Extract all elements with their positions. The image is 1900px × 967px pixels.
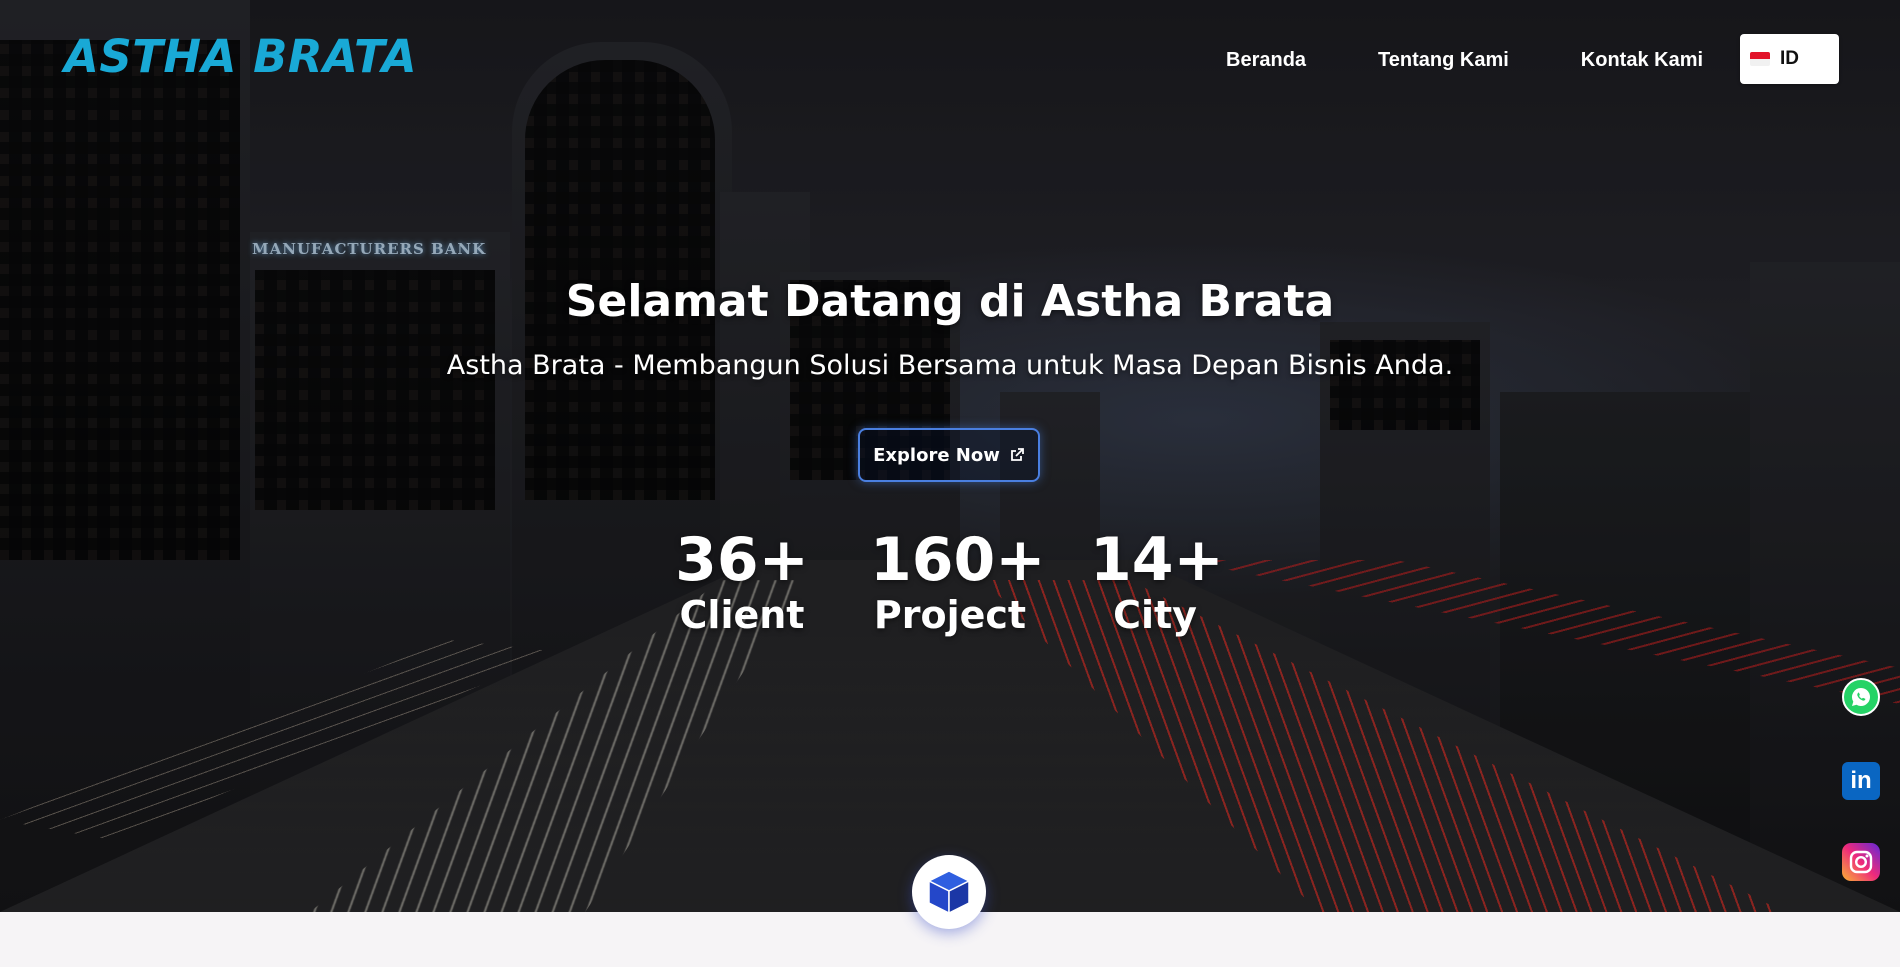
external-link-icon <box>1010 448 1024 461</box>
stat-city: 14+ City <box>1090 525 1224 637</box>
nav-link-tentang-kami[interactable]: Tentang Kami <box>1342 40 1545 80</box>
stat-value: 14+ <box>1090 525 1224 595</box>
explore-now-label: Explore Now <box>873 444 1000 466</box>
explore-now-button[interactable]: Explore Now <box>858 428 1040 482</box>
whatsapp-icon[interactable] <box>1842 678 1880 716</box>
stat-project: 160+ Project <box>870 525 1046 637</box>
stat-label: Client <box>679 593 805 637</box>
indonesia-flag-icon <box>1750 52 1770 66</box>
linkedin-icon[interactable]: in <box>1842 762 1880 800</box>
hero-subtitle: Astha Brata - Membangun Solusi Bersama u… <box>446 350 1454 381</box>
language-selector[interactable]: ID <box>1740 34 1839 84</box>
hero-title: Selamat Datang di Astha Brata <box>565 276 1335 327</box>
nav-link-kontak-kami[interactable]: Kontak Kami <box>1545 40 1739 80</box>
stat-value: 160+ <box>870 525 1046 595</box>
scroll-down-badge[interactable] <box>912 855 986 929</box>
language-code: ID <box>1780 48 1799 69</box>
stat-label: City <box>1113 593 1197 637</box>
instagram-icon[interactable] <box>1842 843 1880 881</box>
brand-logo[interactable]: ASTHA BRATA <box>64 30 417 84</box>
stat-value: 36+ <box>675 525 809 595</box>
stat-label: Project <box>873 593 1027 637</box>
nav-link-beranda[interactable]: Beranda <box>1190 40 1342 80</box>
cube-icon <box>928 870 970 914</box>
main-nav: Beranda Tentang Kami Kontak Kami <box>1190 40 1739 80</box>
stat-client: 36+ Client <box>672 525 812 635</box>
